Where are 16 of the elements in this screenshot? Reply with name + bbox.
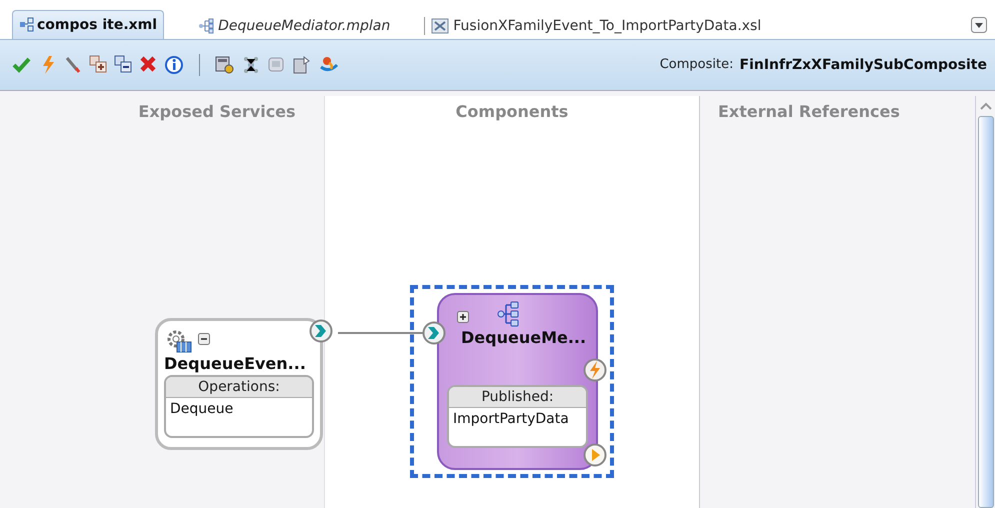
node-title: DequeueEven... (164, 353, 307, 375)
node-title: DequeueMe... (460, 327, 588, 349)
swimlane-title: Exposed Services (138, 101, 296, 122)
mediator-node[interactable]: DequeueMe... Published: ImportPartyData (437, 293, 598, 470)
operation-item[interactable]: Dequeue (166, 398, 312, 420)
editor-tab[interactable]: DequeueMediator.mplan (194, 13, 394, 39)
composite-label: Composite: (660, 56, 734, 74)
swimlane-title: Components (456, 101, 568, 122)
editor-tab[interactable]: FusionXFamilyEvent_To_ImportPartyData.xsl (420, 13, 766, 39)
composite-name: FinInfrZxXFamilySubComposite (740, 56, 987, 74)
section-header: Operations: (166, 377, 312, 398)
operation-item[interactable]: ImportPartyData (449, 408, 586, 430)
section-header: Published: (449, 387, 586, 408)
editor-tab[interactable]: compos ite.xml (12, 10, 164, 39)
swimlane-title: External References (718, 101, 900, 122)
service-node[interactable]: DequeueEven... Operations: Dequeue (155, 318, 323, 450)
